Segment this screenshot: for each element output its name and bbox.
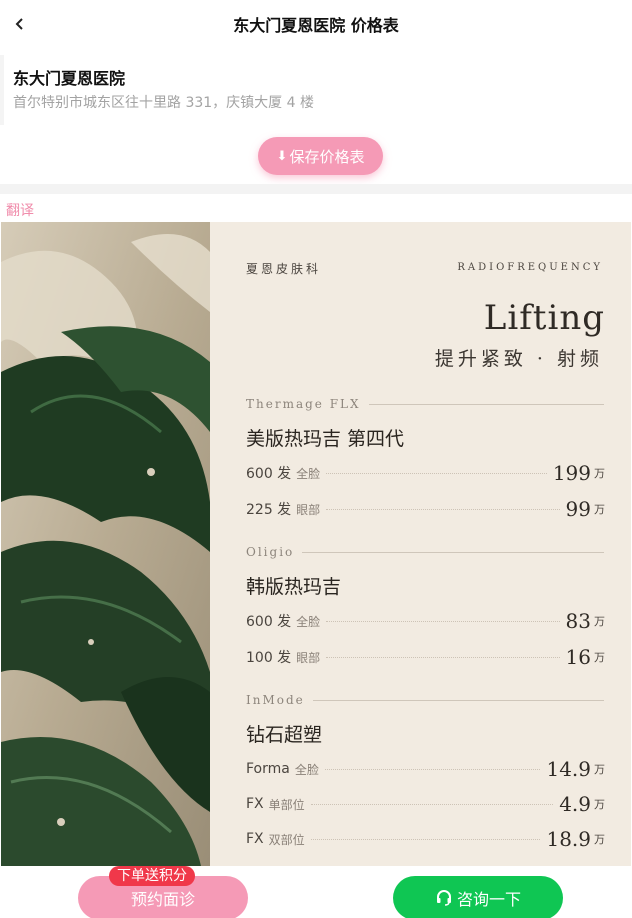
price-row: Forma 全脸 14.9 万 xyxy=(246,756,605,782)
item-name: 600 发 xyxy=(246,466,292,482)
price-unit: 万 xyxy=(594,467,605,480)
book-button-label: 预约面诊 xyxy=(130,890,195,909)
category-label: RADIOFREQUENCY xyxy=(457,262,603,273)
translate-link[interactable]: 翻译 xyxy=(6,200,34,220)
item-area: 全脸 xyxy=(296,466,321,481)
item-price: 16 xyxy=(565,645,591,669)
clinic-name: 东大门夏恩医院 xyxy=(13,69,126,88)
leader-dots xyxy=(326,620,560,622)
price-unit: 万 xyxy=(594,798,605,811)
section-brand-label: InMode xyxy=(246,693,305,707)
leader-dots xyxy=(326,472,547,474)
item-price: 199 xyxy=(552,461,591,485)
leader-dots xyxy=(326,656,560,658)
clinic-address: 首尔特别市城东区往十里路 331，庆镇大厦 4 楼 xyxy=(13,95,314,111)
price-unit: 万 xyxy=(594,833,605,846)
item-area: 全脸 xyxy=(294,762,319,777)
section-brand-en: Oligio xyxy=(246,545,604,559)
price-panel: 夏恩皮肤科 RADIOFREQUENCY Lifting 提升紧致 · 射频 T… xyxy=(210,222,631,866)
section-title: 韩版热玛吉 xyxy=(246,576,342,598)
card-edge xyxy=(0,55,4,125)
price-unit: 万 xyxy=(594,615,605,628)
section-rule xyxy=(302,551,604,553)
headset-icon xyxy=(436,890,451,906)
price-list-image: 夏恩皮肤科 RADIOFREQUENCY Lifting 提升紧致 · 射频 T… xyxy=(1,222,631,866)
price-row: 600 发 全脸 83 万 xyxy=(246,608,605,634)
bottom-action-bar: 预约面诊 下单送积分 咨询一下 xyxy=(0,866,632,918)
sheet-title: Lifting xyxy=(483,298,605,338)
section-brand-label: Oligio xyxy=(246,545,295,559)
sheet-subtitle: 提升紧致 · 射频 xyxy=(434,348,603,370)
price-row: FX 双部位 18.9 万 xyxy=(246,826,605,852)
clinic-brand: 夏恩皮肤科 xyxy=(246,262,322,276)
section-title: 钻石超塑 xyxy=(246,724,323,746)
page-title: 东大门夏恩医院 价格表 xyxy=(233,16,399,35)
item-name: 225 发 xyxy=(246,502,292,518)
leader-dots xyxy=(326,508,560,510)
save-button-label: 保存价格表 xyxy=(289,147,365,166)
points-badge: 下单送积分 xyxy=(109,866,195,886)
price-row: 225 发 眼部 99 万 xyxy=(246,496,605,522)
price-row: FX 单部位 4.9 万 xyxy=(246,791,605,817)
price-row: 600 发 全脸 199 万 xyxy=(246,460,605,486)
section-title: 美版热玛吉 第四代 xyxy=(246,428,405,450)
leader-dots xyxy=(310,803,554,805)
item-area: 眼部 xyxy=(296,650,321,665)
item-price: 99 xyxy=(565,497,591,521)
item-area: 全脸 xyxy=(296,614,321,629)
leaf-illustration xyxy=(1,222,210,866)
download-icon: ⬇ xyxy=(276,148,288,164)
price-unit: 万 xyxy=(594,763,605,776)
top-bar: 东大门夏恩医院 价格表 xyxy=(0,0,632,48)
item-name: Forma xyxy=(246,761,290,777)
section-brand-en: Thermage FLX xyxy=(246,397,604,411)
item-name: FX xyxy=(246,831,264,847)
item-name: FX xyxy=(246,796,264,812)
monstera-leaf-photo xyxy=(1,222,210,866)
price-unit: 万 xyxy=(594,651,605,664)
item-price: 4.9 xyxy=(559,792,591,816)
item-name: 100 发 xyxy=(246,650,292,666)
leader-dots xyxy=(324,768,541,770)
item-name: 600 发 xyxy=(246,614,292,630)
item-area: 双部位 xyxy=(268,832,305,847)
section-rule xyxy=(368,403,604,405)
section-brand-label: Thermage FLX xyxy=(246,397,361,411)
item-area: 眼部 xyxy=(296,502,321,517)
price-unit: 万 xyxy=(594,503,605,516)
section-rule xyxy=(312,699,604,701)
section-brand-en: InMode xyxy=(246,693,604,707)
item-area: 单部位 xyxy=(268,797,305,812)
price-row: 100 发 眼部 16 万 xyxy=(246,644,605,670)
item-price: 14.9 xyxy=(546,757,591,781)
item-price: 18.9 xyxy=(546,827,591,851)
item-price: 83 xyxy=(565,609,591,633)
consult-button[interactable]: 咨询一下 xyxy=(393,876,563,918)
clinic-card: 东大门夏恩医院 首尔特别市城东区往十里路 331，庆镇大厦 4 楼 xyxy=(0,55,632,125)
leader-dots xyxy=(310,838,541,840)
consult-button-label: 咨询一下 xyxy=(456,890,521,909)
save-price-list-button[interactable]: ⬇ 保存价格表 xyxy=(258,137,383,175)
section-divider xyxy=(0,184,632,194)
